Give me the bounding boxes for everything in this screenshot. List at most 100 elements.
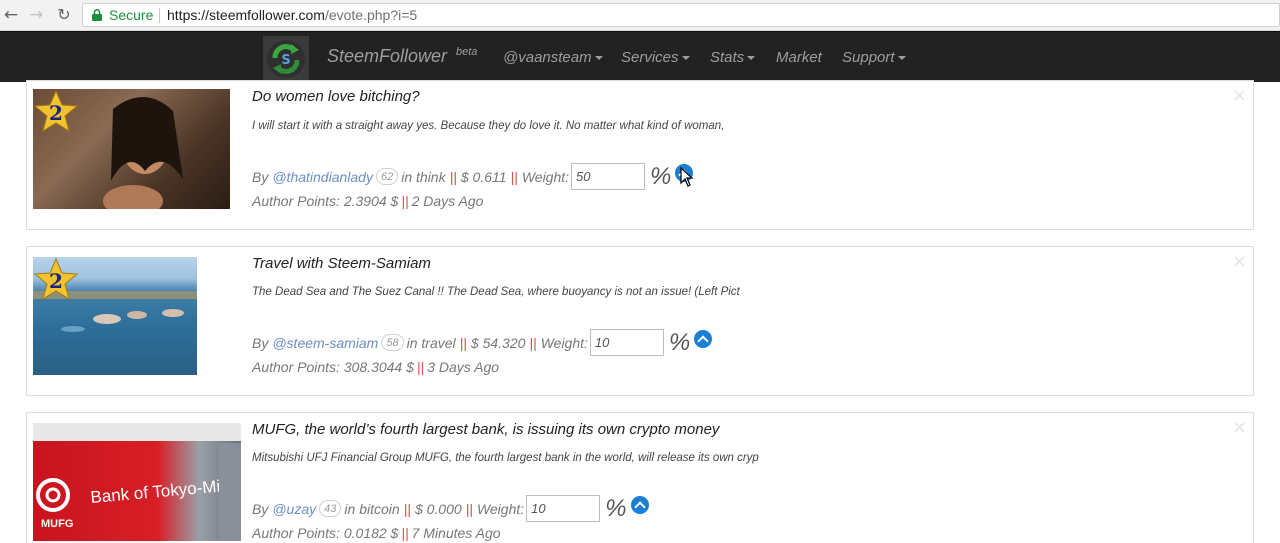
nav-support-menu[interactable]: Support [842,49,906,66]
post-card: 2 Do women love bitching? I will start i… [26,80,1254,230]
caret-down-icon [681,56,690,61]
nav-services-menu[interactable]: Services [621,49,690,66]
secure-label: Secure [109,7,154,23]
percent-sign: % [650,162,672,190]
rank-number: 2 [49,269,63,293]
author-link[interactable]: @uzay [272,501,316,517]
nav-market-link[interactable]: Market [776,49,822,66]
author-points-label: Author Points: [252,525,340,541]
by-label: By [252,168,269,185]
bank-logo-text: MUFG [41,518,73,530]
separator: || [416,359,425,375]
post-meta: By @thatindianlady 62 in think || $ 0.61… [252,162,694,190]
author-points-value: 308.3044 $ [343,359,414,375]
nav-services-label: Services [621,49,679,66]
separator: || [403,500,411,517]
payout-value: $ 54.320 [470,334,526,351]
address-separator [159,8,160,23]
weight-input[interactable] [571,163,646,190]
weight-input[interactable] [526,495,601,522]
by-label: By [252,500,269,517]
post-age: 2 Days Ago [411,193,484,209]
percent-sign: % [668,328,691,356]
weight-input[interactable] [589,329,664,356]
author-points-line: Author Points: 0.0182 $ || 7 Minutes Ago [252,525,501,541]
reputation-badge: 62 [375,168,399,185]
post-card: Bank of Tokyo-Mitsubishi UFJ MUFG MUFG, … [26,412,1254,543]
reload-icon[interactable]: ↻ [54,5,74,25]
in-label: in [401,168,413,185]
site-navbar: S SteemFollower beta @vaansteam Services… [0,31,1280,82]
nav-stats-label: Stats [710,49,745,66]
lock-icon [92,9,102,21]
browser-toolbar: ← → ↻ Secure https://steemfollower.com/e… [0,0,1280,31]
separator: || [401,525,409,541]
nav-account-label: @vaansteam [503,49,592,66]
weight-label: Weight: [540,334,588,351]
post-age: 7 Minutes Ago [411,525,501,541]
reputation-badge: 58 [381,334,404,351]
separator: || [401,193,409,209]
post-card: 2 Travel with Steem-Samiam The Dead Sea … [26,246,1254,396]
brand-beta-tag: beta [456,46,478,58]
separator: || [465,500,473,517]
category-label[interactable]: think [416,169,446,185]
payout-value: $ 0.000 [414,500,462,517]
rank-number: 2 [49,101,63,125]
author-points-line: Author Points: 2.3904 $ || 2 Days Ago [252,193,483,209]
author-link[interactable]: @thatindianlady [272,169,373,185]
weight-label: Weight: [521,168,570,185]
post-excerpt: I will start it with a straight away yes… [252,120,725,132]
url-path: /evote.php?i=5 [324,7,418,23]
post-title[interactable]: MUFG, the world’s fourth largest bank, i… [252,421,719,438]
brand-logo[interactable]: S [263,36,309,82]
url-domain: https://steemfollower.com [167,7,325,23]
author-points-label: Author Points: [252,359,340,375]
upvote-button[interactable] [694,329,713,348]
caret-down-icon [747,56,756,61]
post-excerpt: The Dead Sea and The Suez Canal !! The D… [252,286,740,298]
in-label: in [406,334,418,351]
author-points-line: Author Points: 308.3044 $ || 3 Days Ago [252,359,499,375]
post-excerpt: Mitsubishi UFJ Financial Group MUFG, the… [252,452,759,464]
post-meta: By @uzay 43 in bitcoin || $ 0.000 || Wei… [252,495,649,522]
forward-arrow-icon[interactable]: → [26,5,46,25]
bank-sign-text: Bank of Tokyo-Mitsubishi UFJ [90,469,241,507]
author-link[interactable]: @steem-samiam [272,335,378,351]
caret-down-icon [897,56,906,61]
payout-value: $ 0.611 [460,168,507,185]
category-label[interactable]: travel [421,335,455,351]
back-arrow-icon[interactable]: ← [1,5,21,25]
category-label[interactable]: bitcoin [359,501,399,517]
separator: || [459,334,467,351]
post-thumbnail[interactable]: 2 [33,89,230,209]
nav-market-label: Market [776,49,822,66]
by-label: By [252,334,269,351]
reputation-badge: 43 [319,500,342,517]
separator: || [510,168,518,185]
post-thumbnail[interactable]: Bank of Tokyo-Mitsubishi UFJ MUFG [33,423,241,541]
nav-support-label: Support [842,49,895,66]
bank-building-photo-icon: Bank of Tokyo-Mitsubishi UFJ MUFG [33,423,241,541]
post-title[interactable]: Travel with Steem-Samiam [252,255,431,272]
close-icon[interactable]: × [1232,251,1247,272]
brand-name[interactable]: SteemFollower [327,46,447,67]
author-points-value: 0.0182 $ [343,525,399,541]
separator: || [449,168,457,185]
svg-text:S: S [281,53,290,68]
post-thumbnail[interactable]: 2 [33,257,197,375]
close-icon[interactable]: × [1232,85,1247,106]
mouse-cursor-icon [680,167,694,187]
weight-label: Weight: [476,500,525,517]
nav-account-menu[interactable]: @vaansteam [503,49,603,66]
url-text[interactable]: https://steemfollower.com/evote.php?i=5 [167,7,417,23]
post-title[interactable]: Do women love bitching? [252,88,420,105]
close-icon[interactable]: × [1232,417,1247,438]
address-bar[interactable]: Secure https://steemfollower.com/evote.p… [82,3,1280,27]
upvote-button[interactable] [630,495,649,514]
caret-down-icon [594,56,603,61]
author-points-value: 2.3904 $ [343,193,399,209]
author-points-label: Author Points: [252,193,340,209]
nav-stats-menu[interactable]: Stats [710,49,756,66]
post-meta: By @steem-samiam 58 in travel || $ 54.32… [252,328,713,356]
